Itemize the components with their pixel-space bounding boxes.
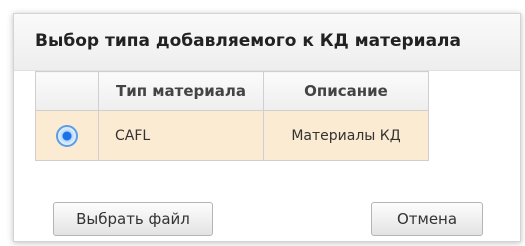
cancel-button[interactable]: Отмена — [371, 202, 483, 236]
material-type-cell[interactable]: CAFL — [98, 110, 264, 161]
radio-cell[interactable] — [35, 110, 99, 161]
column-header-select — [35, 71, 99, 111]
table-row[interactable]: CAFL Материалы КД — [35, 110, 429, 161]
material-type-dialog: Выбор типа добавляемого к КД материала Т… — [13, 13, 521, 242]
column-header-description[interactable]: Описание — [263, 71, 429, 111]
choose-file-button[interactable]: Выбрать файл — [53, 202, 213, 236]
material-type-table: Тип материала Описание CAFL Материалы КД — [35, 71, 429, 161]
radio-selected-icon[interactable] — [56, 124, 78, 147]
dialog-title: Выбор типа добавляемого к КД материала — [35, 31, 461, 51]
table-header-row: Тип материала Описание — [35, 71, 429, 111]
column-header-type[interactable]: Тип материала — [98, 71, 264, 111]
dialog-header: Выбор типа добавляемого к КД материала — [14, 14, 520, 71]
material-description-cell[interactable]: Материалы КД — [263, 110, 429, 161]
